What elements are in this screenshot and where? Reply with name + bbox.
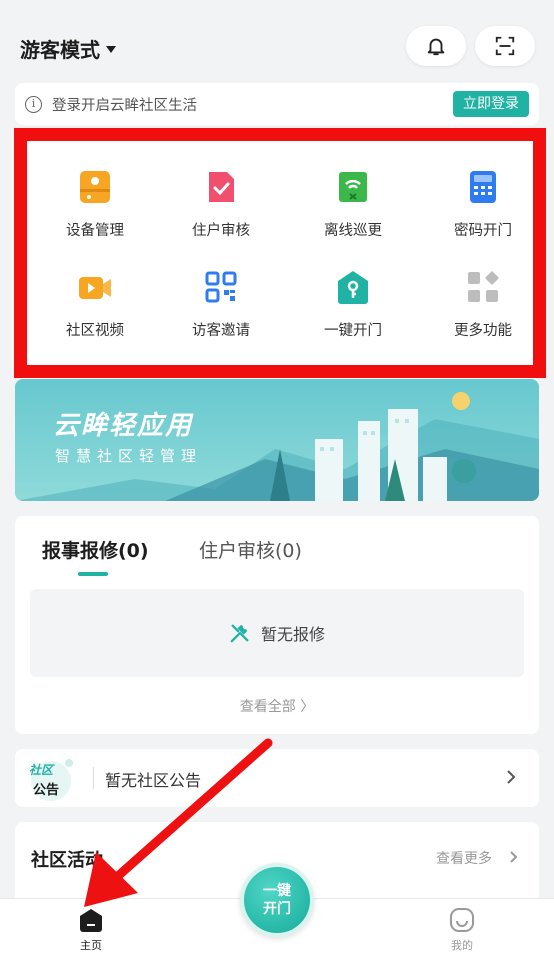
grid-item-label: 密码开门	[454, 223, 512, 239]
password-door-icon	[470, 171, 496, 203]
login-button[interactable]: 立即登录	[453, 91, 529, 117]
home-icon	[80, 909, 102, 932]
visitor-invite-icon	[205, 271, 237, 303]
nav-mine[interactable]: 我的	[437, 907, 487, 957]
community-video-icon	[79, 277, 111, 299]
grid-item-offline-patrol[interactable]: 离线巡更	[290, 141, 416, 241]
grid-item-label: 住户审核	[192, 223, 250, 239]
one-key-door-icon	[338, 271, 368, 304]
grid-item-device-manage[interactable]: 设备管理	[32, 141, 158, 241]
wrench-icon	[230, 624, 249, 643]
chevron-right-icon	[510, 851, 518, 863]
center-label-line2: 开门	[263, 901, 291, 917]
center-label-line1: 一键	[263, 883, 291, 899]
activity-title: 社区活动	[31, 850, 103, 871]
notification-button[interactable]	[406, 26, 466, 66]
view-all-link[interactable]: 查看全部 〉	[15, 696, 539, 716]
caret-down-icon	[106, 46, 116, 53]
grid-item-community-video[interactable]: 社区视频	[32, 241, 158, 341]
grid-item-label: 离线巡更	[324, 223, 382, 239]
grid-item-resident-review[interactable]: 住户审核	[158, 141, 284, 241]
banner-subtitle: 智慧社区轻管理	[55, 447, 203, 465]
grid-item-label: 访客邀请	[192, 323, 250, 339]
grid-item-label: 社区视频	[66, 323, 124, 339]
smile-icon	[450, 908, 474, 932]
grid-item-label: 设备管理	[66, 223, 124, 239]
promo-banner[interactable]: 云眸轻应用 智慧社区轻管理	[15, 379, 539, 501]
more-functions-icon	[468, 271, 499, 302]
scan-button[interactable]	[475, 26, 535, 66]
grid-item-visitor-invite[interactable]: 访客邀请	[158, 241, 284, 341]
offline-patrol-icon	[339, 172, 367, 202]
mode-selector[interactable]: 游客模式	[20, 34, 116, 63]
chevron-right-icon	[507, 770, 516, 784]
empty-text: 暂无报修	[260, 625, 325, 644]
notice-badge-line2: 公告	[33, 783, 60, 798]
nav-home-label: 主页	[80, 939, 102, 952]
grid-item-password-door[interactable]: 密码开门	[420, 141, 546, 241]
function-grid: 设备管理 住户审核 离线巡更 密码开门 社区视频 访客邀请 一键开门 更多功能	[40, 141, 544, 361]
divider	[93, 767, 94, 789]
scan-icon	[495, 36, 515, 56]
device-manage-icon	[80, 171, 110, 203]
view-more-link[interactable]: 查看更多	[436, 848, 492, 868]
login-bar: i 登录开启云眸社区生活 立即登录	[15, 83, 539, 125]
nav-mine-label: 我的	[451, 939, 473, 952]
tab-repair[interactable]: 报事报修(0)	[42, 536, 149, 563]
tab-resident-review[interactable]: 住户审核(0)	[199, 536, 302, 563]
notice-badge: 社区 公告	[25, 757, 77, 801]
grid-item-more-functions[interactable]: 更多功能	[420, 241, 546, 341]
banner-title: 云眸轻应用	[53, 411, 194, 441]
grid-item-label: 更多功能	[454, 323, 512, 339]
login-prompt: 登录开启云眸社区生活	[52, 97, 197, 114]
repair-panel: 报事报修(0) 住户审核(0) 暂无报修 查看全部 〉	[15, 516, 539, 734]
community-notice[interactable]: 社区 公告 暂无社区公告	[15, 749, 539, 807]
nav-home[interactable]: 主页	[66, 907, 116, 957]
notice-badge-line1: 社区	[29, 763, 54, 777]
bell-icon	[427, 38, 445, 56]
tab-indicator	[78, 572, 108, 576]
info-icon: i	[25, 95, 42, 113]
function-grid-highlight: 设备管理 住户审核 离线巡更 密码开门 社区视频 访客邀请 一键开门 更多功能	[14, 128, 546, 378]
top-bar: 游客模式	[0, 0, 554, 80]
one-key-open-button[interactable]: 一键 开门	[240, 863, 314, 937]
grid-item-label: 一键开门	[324, 323, 382, 339]
resident-review-icon	[209, 172, 234, 202]
notice-text: 暂无社区公告	[105, 771, 202, 790]
grid-item-one-key-door[interactable]: 一键开门	[290, 241, 416, 341]
empty-state: 暂无报修	[30, 589, 524, 677]
mode-label: 游客模式	[20, 38, 100, 62]
